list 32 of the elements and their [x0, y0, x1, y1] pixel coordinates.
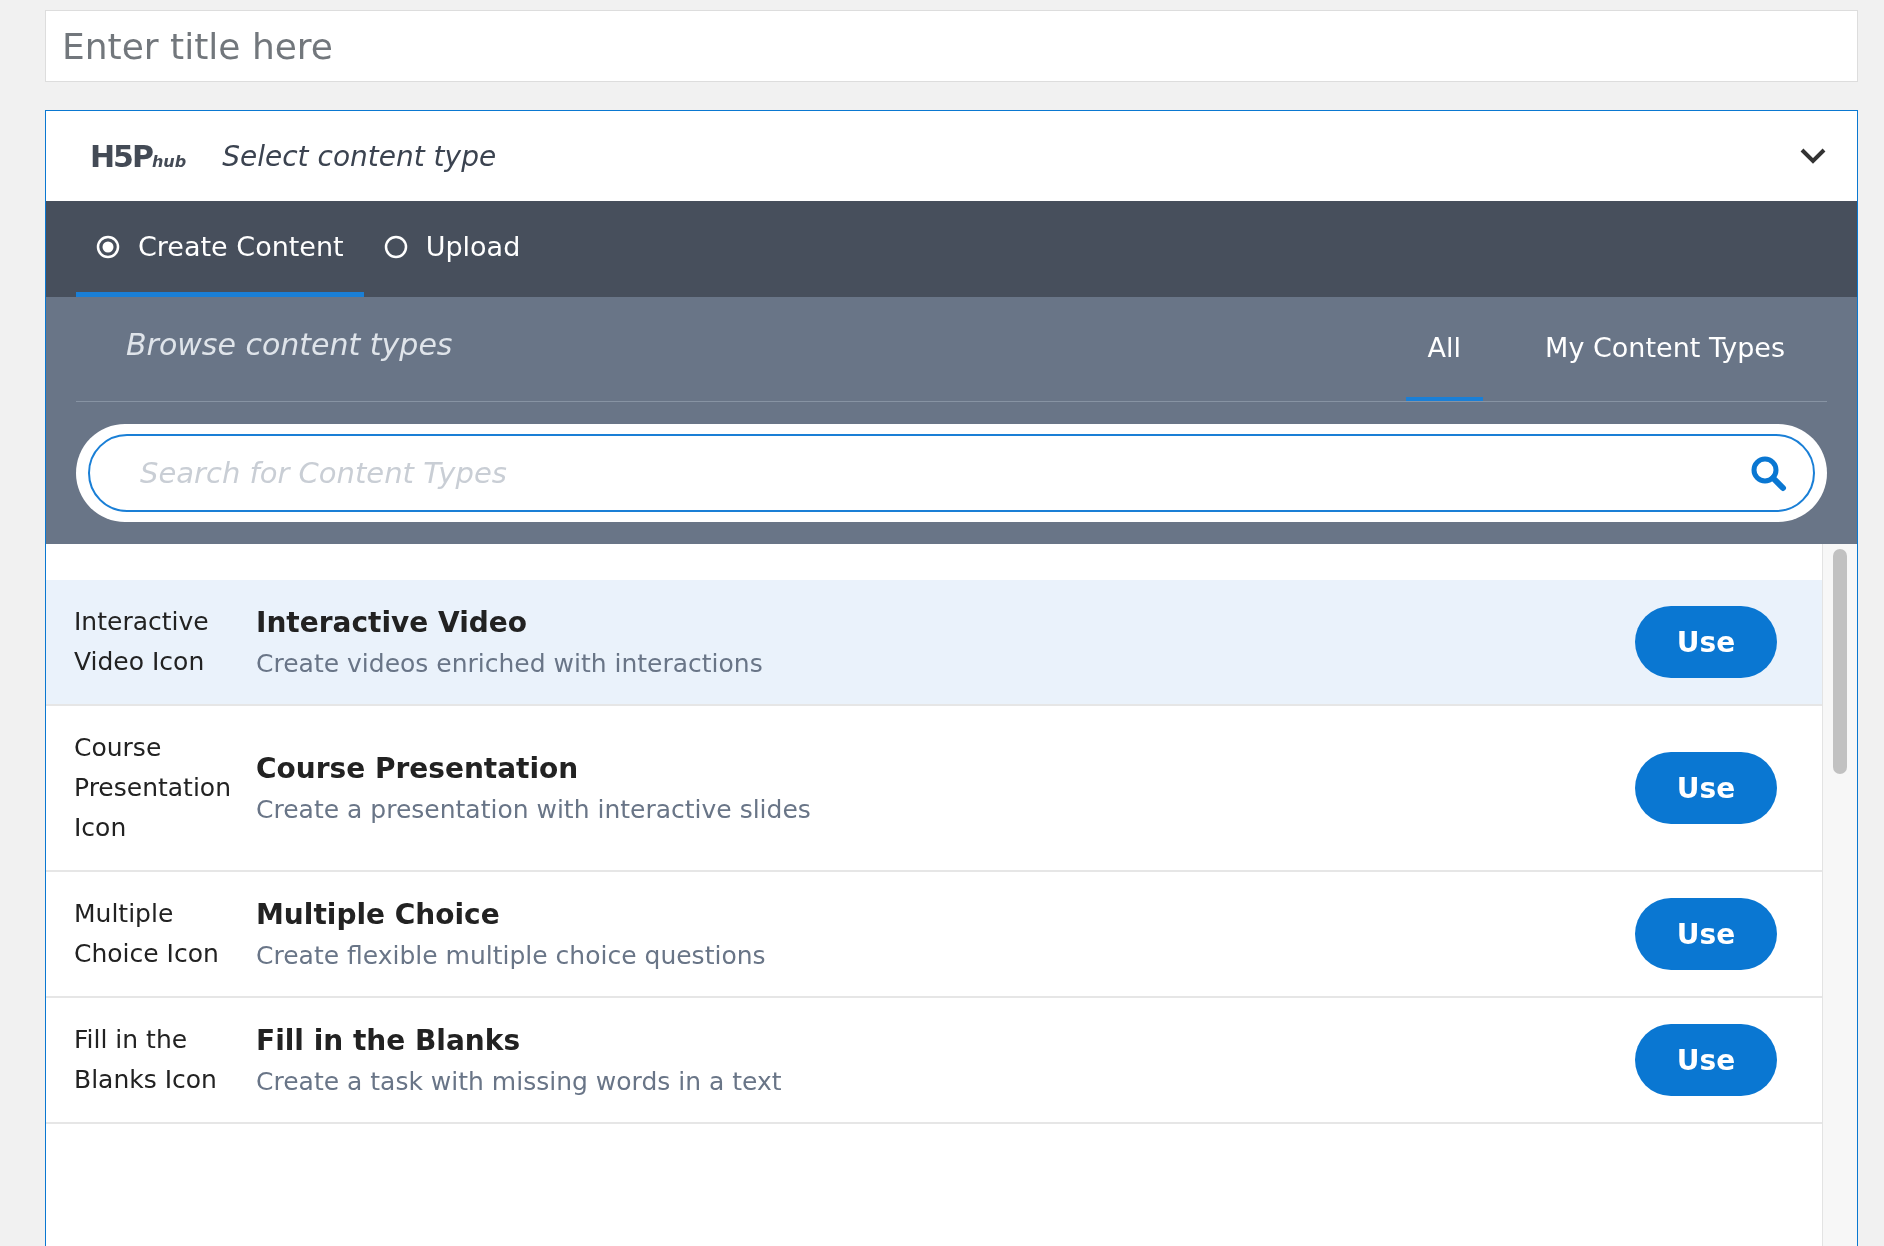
content-type-title: Multiple Choice [256, 898, 501, 931]
content-type-row[interactable]: Fill in the Blanks Icon Fill in the Blanks Create a task with missing words in a text Use [46, 998, 1822, 1124]
radio-icon [383, 234, 408, 259]
icon-alt-text: Multiple Choice Icon [74, 898, 220, 970]
use-button[interactable]: Use [1635, 898, 1777, 970]
icon-alt-text: Fill in the Blanks Icon [74, 1024, 218, 1096]
content-type-description: Create flexible multiple choice questions [256, 941, 767, 970]
content-type-row[interactable]: Multiple Choice Icon Multiple Choice Create flexible multiple choice questions Use [46, 872, 1822, 998]
content-type-title: Fill in the Blanks [256, 1024, 522, 1057]
content-type-title: Course Presentation [256, 752, 580, 785]
use-button[interactable]: Use [1635, 752, 1777, 824]
filter-tab[interactable]: My Content Types [1523, 297, 1807, 401]
search-icon[interactable] [1749, 454, 1787, 492]
icon-alt-text: Interactive Video Icon [74, 606, 210, 678]
content-type-description: Create a task with missing words in a text [256, 1067, 783, 1096]
scrollbar-thumb[interactable] [1833, 549, 1847, 774]
content-type-title: Interactive Video [256, 606, 529, 639]
hub-logo: H5Phub [90, 138, 187, 174]
radio-icon [96, 234, 120, 259]
use-button[interactable]: Use [1635, 1024, 1777, 1096]
mode-tab[interactable]: Upload [363, 201, 541, 297]
browse-heading: Browse content types [125, 326, 454, 362]
content-type-description: Create videos enriched with interactions [256, 649, 764, 678]
chevron-icon[interactable] [1799, 146, 1827, 166]
title-field[interactable]: Enter title here [45, 10, 1858, 82]
scrollbar[interactable] [1822, 544, 1857, 1246]
use-button[interactable]: Use [1635, 606, 1777, 678]
content-type-description: Create a presentation with interactive slides [256, 795, 812, 824]
icon-alt-text: Course Presentation Icon [74, 732, 232, 844]
filter-tab[interactable]: All [1405, 297, 1484, 401]
content-type-row[interactable]: Interactive Video Icon Interactive Video Create videos enriched with interactions Use [46, 580, 1822, 706]
panel-title: Select content type [222, 139, 498, 173]
